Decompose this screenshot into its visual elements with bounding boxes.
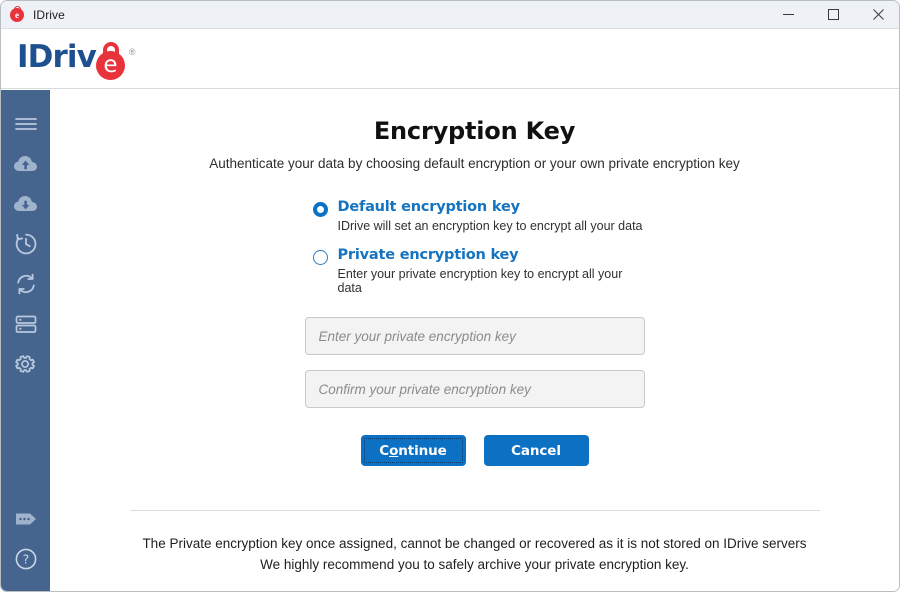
option-private-description: Enter your private encryption key to enc… [337,267,623,295]
footer-disclaimer-line1: The Private encryption key once assigned… [142,536,807,551]
sidebar-bottom-group: ? [1,499,50,579]
continue-button[interactable]: Co ntinue [360,435,466,466]
option-private-encryption[interactable]: Private encryption key Enter your privat… [312,247,645,295]
radio-private-encryption[interactable] [312,250,328,265]
option-private-row[interactable]: Private encryption key [312,247,645,265]
chat-bubble-icon [15,513,36,525]
idrive-icon-letter: e [15,10,19,20]
maximize-button[interactable] [811,1,856,29]
private-key-input[interactable] [304,317,645,355]
brand-header: IDriv e ® [1,30,899,89]
sidebar-item-chat[interactable] [1,499,50,539]
navigation-sidebar: ? [1,90,50,591]
cloud-upload-icon [13,156,37,171]
server-drive-icon [15,315,36,333]
minimize-icon [783,14,794,15]
titlebar-left-group: e IDrive [1,6,766,22]
option-default-description: IDrive will set an encryption key to enc… [337,219,643,233]
option-default-row[interactable]: Default encryption key [312,199,645,217]
sidebar-item-settings[interactable] [1,344,50,384]
footer-disclaimer: The Private encryption key once assigned… [50,534,899,576]
continue-label-pre: C [379,442,390,459]
cloud-download-icon [13,196,37,211]
main-content-area: Encryption Key Authenticate your data by… [50,90,899,591]
registered-trademark-symbol: ® [128,47,136,57]
close-button[interactable] [856,1,899,29]
clock-history-icon [15,233,36,255]
sidebar-item-sync[interactable] [1,264,50,304]
svg-text:?: ? [22,552,29,567]
menu-icon [14,118,37,130]
sidebar-item-scheduler[interactable] [1,224,50,264]
window-titlebar: e IDrive [1,1,899,29]
help-circle-icon: ? [15,548,36,570]
radio-default-encryption[interactable] [312,202,328,217]
maximize-icon [828,9,839,20]
sidebar-item-help[interactable]: ? [1,539,50,579]
sync-icon [16,273,35,295]
brand-mark-letter: e [103,52,118,78]
sidebar-item-backup[interactable] [1,144,50,184]
minimize-button[interactable] [766,1,811,29]
option-default-label: Default encryption key [337,199,521,215]
idrive-lock-icon: e [10,6,25,22]
cancel-button[interactable]: Cancel [483,435,589,466]
continue-label-accelerator: o [389,442,399,459]
sidebar-item-server[interactable] [1,304,50,344]
continue-label-post: ntinue [398,442,447,459]
footer-divider [129,510,820,511]
brand-wordmark: IDriv [17,39,97,75]
page-subtitle: Authenticate your data by choosing defau… [209,156,740,171]
window-controls [766,1,899,29]
option-default-encryption[interactable]: Default encryption key IDrive will set a… [312,199,645,233]
footer-disclaimer-line2: We highly recommend you to safely archiv… [260,556,689,572]
idrive-application-window: e IDrive IDriv e ® ? Encryption Key Auth… [0,0,900,592]
option-private-label: Private encryption key [337,247,519,263]
page-title: Encryption Key [373,117,576,145]
brand-lock-e-icon: e [94,42,128,80]
sidebar-item-menu[interactable] [1,104,50,144]
encryption-key-fields [304,317,645,408]
idrive-logo: IDriv e ® [17,39,136,80]
close-icon [873,9,884,20]
sidebar-item-restore[interactable] [1,184,50,224]
action-buttons: Co ntinue Cancel [50,435,899,466]
gear-icon [14,355,35,373]
confirm-private-key-input[interactable] [304,370,645,408]
encryption-options-group: Default encryption key IDrive will set a… [305,199,645,295]
sidebar-top-group [1,104,50,384]
window-title: IDrive [33,7,65,22]
